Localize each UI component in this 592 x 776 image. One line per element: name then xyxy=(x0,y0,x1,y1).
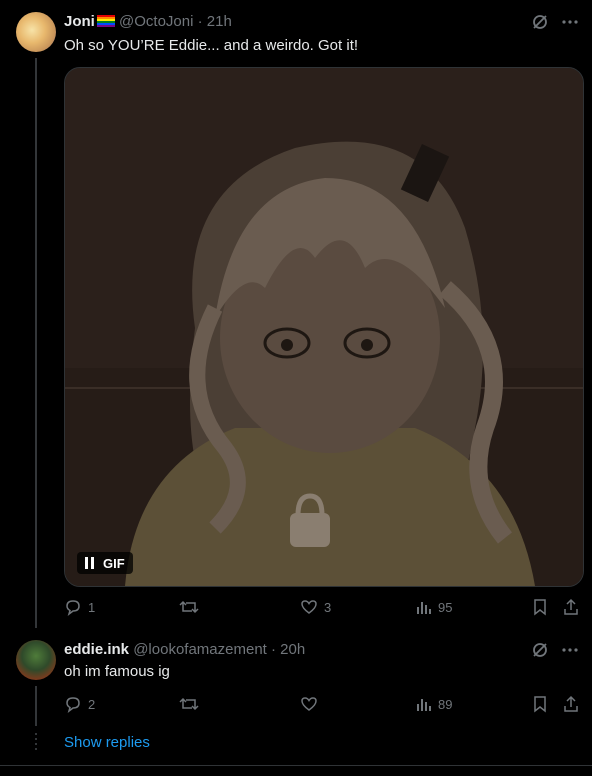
reply-button[interactable]: 1 xyxy=(64,598,95,616)
share-icon xyxy=(564,598,578,615)
tweet-header: Joni @OctoJoni · 21h xyxy=(64,12,232,32)
tweet-top-icons xyxy=(530,12,580,32)
view-count: 89 xyxy=(438,696,453,712)
pause-icon xyxy=(85,557,94,569)
reply-icon xyxy=(66,697,80,713)
grok-icon[interactable] xyxy=(530,12,550,32)
author-name[interactable]: eddie.ink xyxy=(64,641,129,658)
tweet-actions: 1 3 95 xyxy=(64,597,582,617)
heart-icon xyxy=(301,600,317,614)
retweet-button[interactable] xyxy=(179,598,205,616)
thread-dots xyxy=(35,733,37,753)
share-button[interactable] xyxy=(562,598,580,616)
like-button[interactable] xyxy=(300,695,324,713)
reply-icon xyxy=(66,600,80,616)
tweet-header: eddie.ink @lookofamazement · 20h xyxy=(64,640,305,660)
view-count: 95 xyxy=(438,599,453,615)
bookmark-button[interactable] xyxy=(532,695,548,713)
avatar[interactable] xyxy=(16,640,56,680)
author-handle[interactable]: @lookofamazement xyxy=(133,641,267,658)
separator-dot: · xyxy=(197,13,203,30)
like-button[interactable]: 3 xyxy=(300,598,331,616)
gif-badge[interactable]: GIF xyxy=(77,552,133,574)
retweet-icon xyxy=(179,697,199,711)
more-icon[interactable] xyxy=(560,12,580,32)
anime-girl-image xyxy=(65,68,583,586)
show-replies-link[interactable]: Show replies xyxy=(64,733,150,753)
views-button[interactable]: 95 xyxy=(416,599,452,615)
bookmark-button[interactable] xyxy=(532,598,548,616)
views-icon xyxy=(417,699,431,711)
reply-button[interactable]: 2 xyxy=(64,695,95,713)
gif-media[interactable]: GIF xyxy=(64,67,584,587)
reply-count: 2 xyxy=(88,696,96,712)
rainbow-flag-icon xyxy=(96,15,115,27)
grok-icon[interactable] xyxy=(530,640,550,660)
retweet-button[interactable] xyxy=(179,695,205,713)
gif-label: GIF xyxy=(103,555,125,571)
thread-line xyxy=(35,686,37,726)
retweet-icon xyxy=(179,600,199,614)
timestamp[interactable]: 20h xyxy=(280,641,305,658)
timestamp[interactable]: 21h xyxy=(207,13,232,30)
thread-line xyxy=(35,58,37,628)
tweet-actions: 2 89 xyxy=(64,694,582,714)
tweet-text: oh im famous ig xyxy=(64,663,170,680)
tweet-top-icons xyxy=(530,640,580,660)
heart-icon xyxy=(301,697,317,711)
bookmark-icon xyxy=(534,599,546,616)
views-button[interactable]: 89 xyxy=(416,696,452,712)
bookmark-icon xyxy=(534,696,546,713)
more-icon[interactable] xyxy=(560,640,580,660)
views-icon xyxy=(417,602,431,614)
avatar[interactable] xyxy=(16,12,56,52)
share-button[interactable] xyxy=(562,695,580,713)
author-name[interactable]: Joni xyxy=(64,13,95,30)
like-count: 3 xyxy=(324,599,332,615)
reply-count: 1 xyxy=(88,599,96,615)
divider xyxy=(0,765,592,766)
tweet-text: Oh so YOU’RE Eddie... and a weirdo. Got … xyxy=(64,37,359,54)
separator-dot: · xyxy=(271,641,276,658)
share-icon xyxy=(564,695,578,712)
author-handle[interactable]: @OctoJoni xyxy=(119,13,193,30)
